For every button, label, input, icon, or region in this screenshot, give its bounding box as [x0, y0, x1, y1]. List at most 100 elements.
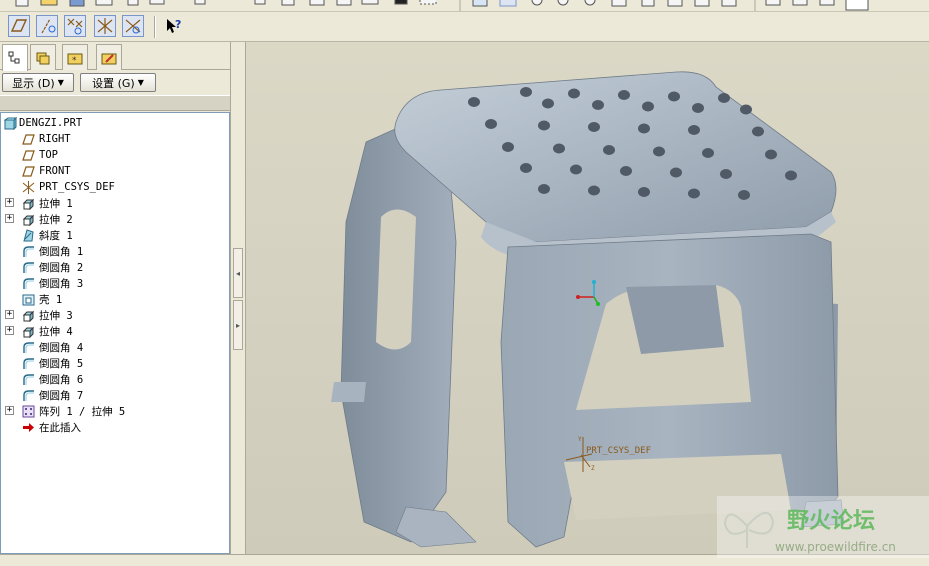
save-icon: [69, 0, 85, 7]
zoom-out-icon: [584, 0, 596, 6]
shading-icon: [845, 0, 869, 11]
seat-hole: [485, 119, 497, 129]
zoom-in-icon: [557, 0, 569, 6]
wireframe-icon: [765, 0, 781, 6]
print-icon: [95, 0, 113, 6]
expand-plus-icon[interactable]: +: [5, 310, 14, 319]
layer-tree-tab[interactable]: [30, 44, 56, 70]
feature-tab[interactable]: [96, 44, 122, 70]
tree-item[interactable]: PRT_CSYS_DEF: [1, 179, 229, 195]
panel-splitter[interactable]: ◂ ▸: [230, 42, 246, 554]
cut-icon: [254, 0, 266, 5]
expand-plus-icon[interactable]: +: [5, 198, 14, 207]
chevron-right-icon: ▸: [235, 320, 240, 330]
navigator-tabs: *: [0, 42, 230, 71]
model-tree[interactable]: DENGZI.PRT RIGHT TOP FRONT PRT_CSYS_DEF + 拉伸 1…: [0, 112, 230, 554]
spin-center-icon: [499, 0, 517, 7]
tree-item[interactable]: 倒圆角 1: [1, 243, 229, 259]
tree-item[interactable]: 壳 1: [1, 291, 229, 307]
datum-point-display-icon: [67, 18, 83, 35]
forum-watermark: 野火论坛 www.proewildfire.cn: [717, 496, 929, 558]
csys-toggle[interactable]: [94, 15, 116, 37]
datum-axes-toggle[interactable]: [36, 15, 58, 37]
tree-item[interactable]: FRONT: [1, 163, 229, 179]
seat-hole: [620, 166, 632, 176]
seat-hole: [740, 104, 752, 115]
tree-item[interactable]: 在此插入: [1, 419, 229, 435]
copy-icon: [281, 0, 295, 6]
expand-right-handle[interactable]: ▸: [233, 300, 243, 350]
tree-item[interactable]: 倒圆角 6: [1, 371, 229, 387]
tree-item[interactable]: 斜度 1: [1, 227, 229, 243]
watermark-title: 野火论坛: [787, 508, 875, 534]
seat-hole: [653, 146, 665, 157]
shell-icon: [21, 292, 35, 306]
tree-item[interactable]: 倒圆角 3: [1, 275, 229, 291]
round-icon: [21, 356, 35, 370]
datum-points-toggle[interactable]: [64, 15, 86, 37]
settings-menu-label: 设置 (G): [92, 76, 135, 90]
tree-column-header: [0, 95, 230, 111]
round-icon: [21, 388, 35, 402]
seat-hole: [692, 103, 704, 113]
favorites-tab[interactable]: *: [62, 44, 88, 70]
tree-root-part[interactable]: DENGZI.PRT: [1, 115, 229, 131]
seat-hole: [702, 148, 714, 158]
tree-item[interactable]: + 拉伸 1: [1, 195, 229, 211]
whats-this-button[interactable]: ?: [162, 15, 184, 37]
main-toolbar-icons[interactable]: [0, 0, 929, 12]
view-manager-icon: [721, 0, 737, 7]
graphics-window[interactable]: PRT_CSYS_DEF Y Z: [246, 42, 929, 554]
tree-item-label: 倒圆角 3: [39, 277, 84, 290]
tree-item[interactable]: TOP: [1, 147, 229, 163]
tree-item[interactable]: 倒圆角 4: [1, 339, 229, 355]
coordinate-system-display-icon: [97, 18, 113, 34]
seat-hole: [688, 188, 700, 199]
expand-plus-icon[interactable]: +: [5, 214, 14, 223]
refit-icon: [611, 0, 627, 7]
tree-item[interactable]: + 拉伸 3: [1, 307, 229, 323]
annotation-display-icon: [125, 19, 141, 34]
coordinate-system-icon: [21, 180, 35, 194]
datum-plane-display-icon: [10, 19, 28, 32]
undo-icon: [194, 0, 206, 5]
seat-hole: [638, 187, 650, 197]
dropdown-arrow-icon: ▼: [137, 78, 144, 87]
tree-item[interactable]: 倒圆角 7: [1, 387, 229, 403]
favorites-folder-icon: *: [67, 53, 83, 66]
model-tree-tab-icon: [8, 51, 20, 64]
datum-axis-display-icon: [41, 18, 56, 34]
seat-hole: [588, 122, 600, 132]
tree-menu-row: 显示 (D) ▼ 设置 (G) ▼: [0, 72, 230, 94]
stool-model-render[interactable]: PRT_CSYS_DEF Y Z: [246, 42, 929, 554]
display-menu-button[interactable]: 显示 (D) ▼: [2, 73, 74, 92]
round-icon: [21, 340, 35, 354]
seat-hole: [570, 164, 582, 175]
model-tree-tab[interactable]: [2, 44, 28, 71]
tree-item[interactable]: 倒圆角 5: [1, 355, 229, 371]
tree-item[interactable]: RIGHT: [1, 131, 229, 147]
tree-item[interactable]: + 拉伸 4: [1, 323, 229, 339]
select-box-icon: [419, 0, 437, 5]
seat-hole: [720, 169, 732, 179]
tree-item-label: 拉伸 2: [39, 213, 73, 226]
tree-item[interactable]: + 阵列 1 / 拉伸 5: [1, 403, 229, 419]
seat-hole: [542, 98, 554, 109]
seat-hole: [718, 93, 730, 103]
collapse-left-handle[interactable]: ◂: [233, 248, 243, 298]
seat-hole: [765, 149, 777, 160]
round-icon: [21, 244, 35, 258]
tree-item[interactable]: 倒圆角 2: [1, 259, 229, 275]
datum-planes-toggle[interactable]: [8, 15, 30, 37]
expand-plus-icon[interactable]: +: [5, 406, 14, 415]
round-icon: [21, 372, 35, 386]
settings-menu-button[interactable]: 设置 (G) ▼: [80, 73, 156, 92]
hidden-line-icon: [792, 0, 808, 6]
expand-plus-icon[interactable]: +: [5, 326, 14, 335]
annotation-toggle[interactable]: [122, 15, 144, 37]
seat-hole: [642, 101, 654, 112]
tree-item-label: 倒圆角 5: [39, 357, 84, 370]
csys-label: PRT_CSYS_DEF: [586, 446, 651, 456]
tree-item[interactable]: + 拉伸 2: [1, 211, 229, 227]
datum-plane-icon: [21, 164, 35, 178]
